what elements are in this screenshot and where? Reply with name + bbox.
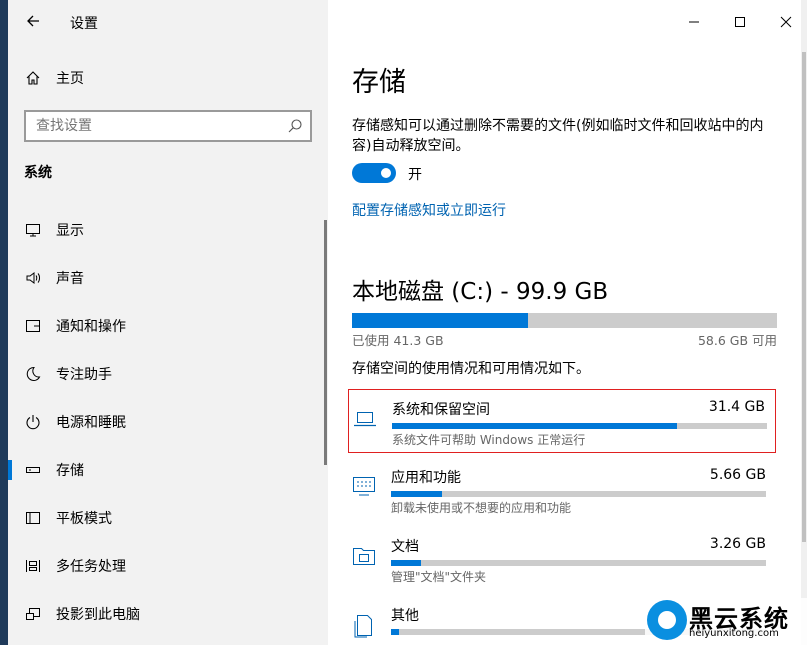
apps-icon: [353, 477, 375, 496]
page-title: 存储: [352, 67, 406, 98]
sidebar-item-label: 声音: [56, 271, 84, 287]
sidebar: 设置 主页 系统 显示 声音: [0, 0, 328, 645]
project-icon: [24, 605, 42, 623]
sidebar-item-power[interactable]: 电源和睡眠: [8, 402, 328, 442]
power-icon: [24, 413, 42, 431]
display-icon: [24, 221, 42, 239]
sidebar-item-label: 平板模式: [56, 511, 112, 527]
category-size: 3.26 GB: [709, 536, 766, 552]
sidebar-item-display[interactable]: 显示: [8, 210, 328, 250]
main-scrollbar[interactable]: [801, 0, 807, 645]
maximize-icon: [735, 17, 745, 27]
category-bar-fill: [391, 629, 399, 635]
sidebar-item-label: 存储: [56, 463, 84, 479]
category-size: 5.66 GB: [709, 467, 766, 483]
scrollbar-thumb[interactable]: [802, 52, 806, 542]
category-documents[interactable]: 文档 3.26 GB 管理"文档"文件夹: [348, 527, 776, 591]
storage-icon: [24, 461, 42, 479]
sidebar-item-focus[interactable]: 专注助手: [8, 354, 328, 394]
category-bar: [391, 560, 766, 566]
disk-usage-bar: [352, 313, 777, 328]
disk-free-label: 58.6 GB 可用: [697, 333, 777, 348]
maximize-button[interactable]: [717, 0, 763, 44]
category-size: 31.4 GB: [708, 399, 765, 415]
laptop-icon: [354, 412, 376, 427]
home-icon: [24, 69, 42, 87]
speaker-icon: [24, 269, 42, 287]
sidebar-item-home[interactable]: 主页: [8, 58, 328, 98]
search-input[interactable]: [26, 112, 266, 140]
folder-icon: [353, 548, 375, 565]
toggle-state-label: 开: [408, 167, 422, 183]
category-bar-fill: [391, 491, 442, 497]
app-title: 设置: [70, 16, 98, 32]
category-bar: [391, 491, 766, 497]
category-description: 系统文件可帮助 Windows 正常运行: [392, 433, 586, 447]
sidebar-scrollbar[interactable]: [324, 220, 327, 465]
search-box[interactable]: [24, 110, 312, 142]
configure-storage-sense-link[interactable]: 配置存储感知或立即运行: [352, 200, 506, 220]
multitask-icon: [24, 557, 42, 575]
sidebar-item-sound[interactable]: 声音: [8, 258, 328, 298]
sidebar-item-storage[interactable]: 存储: [8, 450, 328, 490]
sidebar-item-multitasking[interactable]: 多任务处理: [8, 546, 328, 586]
category-bar: [392, 423, 767, 429]
search-icon[interactable]: [287, 118, 303, 134]
minimize-icon: [689, 21, 699, 23]
sidebar-item-label: 多任务处理: [56, 559, 126, 575]
other-icon: [354, 615, 372, 638]
category-name: 其他: [391, 608, 419, 624]
sidebar-item-tablet[interactable]: 平板模式: [8, 498, 328, 538]
sidebar-item-label: 通知和操作: [56, 319, 126, 335]
sidebar-item-project[interactable]: 投影到此电脑: [8, 594, 328, 634]
storage-sense-description: 存储感知可以通过删除不需要的文件(例如临时文件和回收站中的内容)自动释放空间。: [352, 118, 764, 154]
category-name: 文档: [391, 539, 419, 555]
category-bar-fill: [391, 560, 421, 566]
close-icon: [780, 16, 792, 28]
category-system-reserved[interactable]: 系统和保留空间 31.4 GB 系统文件可帮助 Windows 正常运行: [348, 389, 776, 453]
back-button[interactable]: [22, 10, 44, 32]
category-bar-fill: [392, 423, 677, 429]
sidebar-item-label: 投影到此电脑: [56, 607, 140, 623]
category-description: 卸载未使用或不想要的应用和功能: [391, 501, 572, 515]
sidebar-item-label: 主页: [56, 71, 84, 87]
disk-used-label: 已使用 41.3 GB: [352, 333, 444, 348]
storage-sense-toggle[interactable]: [352, 163, 396, 183]
watermark-url: heiyunxitong.com: [689, 628, 779, 639]
brand-logo-icon: [647, 600, 687, 640]
window-controls: [671, 0, 809, 44]
category-apps-features[interactable]: 应用和功能 5.66 GB 卸载未使用或不想要的应用和功能: [348, 458, 776, 522]
category-name: 系统和保留空间: [392, 402, 490, 418]
sidebar-item-label: 电源和睡眠: [56, 415, 126, 431]
minimize-button[interactable]: [671, 0, 717, 44]
sidebar-item-notifications[interactable]: 通知和操作: [8, 306, 328, 346]
settings-window: 设置 主页 系统 显示 声音: [0, 0, 809, 645]
section-title: 系统: [24, 165, 52, 181]
tablet-icon: [24, 509, 42, 527]
usage-description: 存储空间的使用情况和可用情况如下。: [352, 361, 590, 377]
moon-icon: [24, 365, 42, 383]
watermark: 黑云系统 heiyunxitong.com: [645, 598, 809, 645]
main-content: 存储 存储感知可以通过删除不需要的文件(例如临时文件和回收站中的内容)自动释放空…: [328, 0, 809, 645]
sidebar-titlebar: 设置: [8, 0, 328, 44]
category-description: 管理"文档"文件夹: [391, 570, 487, 584]
category-name: 应用和功能: [391, 470, 461, 486]
back-arrow-icon: [27, 15, 39, 27]
disk-title: 本地磁盘 (C:) - 99.9 GB: [352, 279, 609, 305]
notification-icon: [24, 317, 42, 335]
sidebar-item-label: 专注助手: [56, 367, 112, 383]
sidebar-item-label: 显示: [56, 223, 84, 239]
disk-usage-fill: [352, 313, 528, 328]
